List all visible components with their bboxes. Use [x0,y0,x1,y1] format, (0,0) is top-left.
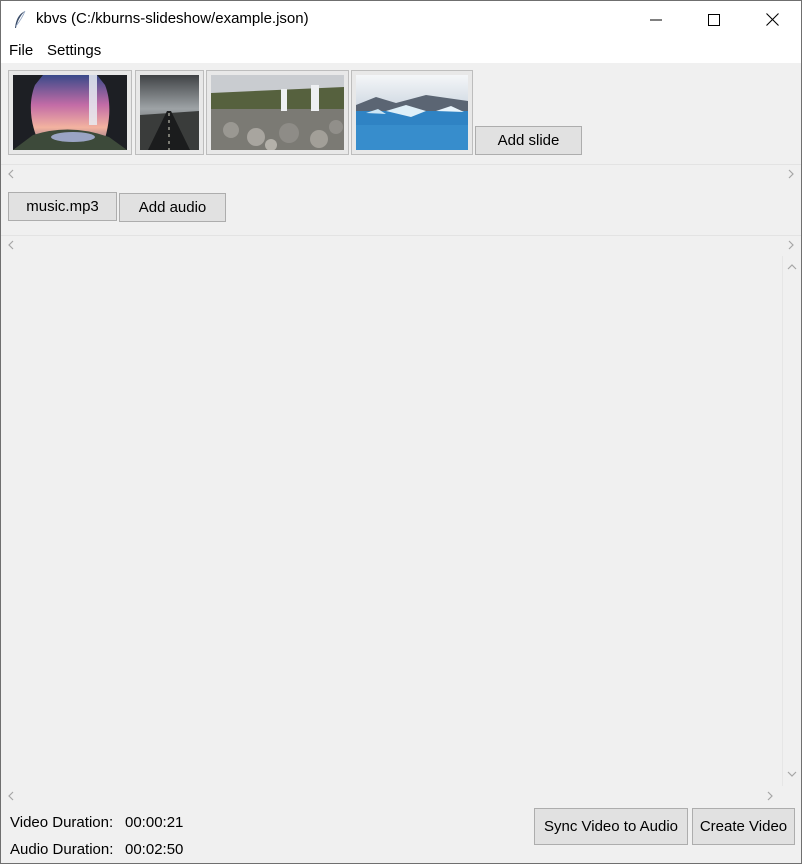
scroll-left-icon[interactable] [6,168,18,180]
window-title: kbvs (C:/kburns-slideshow/example.json) [36,10,309,27]
feather-icon [15,10,26,28]
minimize-icon [650,19,662,20]
maximize-button[interactable] [685,1,743,38]
road-fog-image [140,75,199,150]
create-video-button[interactable]: Create Video [692,808,795,845]
scroll-down-icon[interactable] [786,768,798,780]
add-audio-button[interactable]: Add audio [119,193,226,222]
menu-bar: File Settings [1,38,801,63]
waterfall-rocks-image [211,75,344,150]
maximize-icon [708,13,720,26]
slide-thumbnail[interactable] [351,70,473,155]
minimize-button[interactable] [627,1,685,38]
close-icon [765,13,779,26]
preview-canvas[interactable] [1,256,782,786]
audio-duration-value: 00:02:50 [125,841,184,858]
slide-thumbnail[interactable] [8,70,132,155]
audio-file-button[interactable]: music.mp3 [8,192,117,221]
canvas-vertical-scrollbar[interactable] [782,256,801,786]
slide-thumbnail[interactable] [206,70,349,155]
video-duration-value: 00:00:21 [125,814,184,831]
slides-scrollbar[interactable] [1,166,801,183]
title-bar[interactable]: kbvs (C:/kburns-slideshow/example.json) [1,1,801,38]
divider [1,235,801,236]
menu-settings[interactable]: Settings [47,42,101,59]
glacier-lagoon-image [356,75,468,150]
audio-scrollbar[interactable] [1,237,801,254]
slide-thumbnail[interactable] [135,70,204,155]
divider [1,164,801,165]
close-button[interactable] [743,1,801,38]
scroll-left-icon[interactable] [6,790,18,802]
scroll-right-icon[interactable] [785,239,797,251]
menu-file[interactable]: File [9,42,33,59]
video-duration-label: Video Duration: [10,814,114,831]
scroll-up-icon[interactable] [786,261,798,273]
sync-video-to-audio-button[interactable]: Sync Video to Audio [534,808,688,845]
scroll-left-icon[interactable] [6,239,18,251]
add-slide-button[interactable]: Add slide [475,126,582,155]
app-window: kbvs (C:/kburns-slideshow/example.json) … [0,0,802,864]
scroll-right-icon[interactable] [785,168,797,180]
scroll-right-icon[interactable] [764,790,776,802]
waterfall-sunset-image [13,75,127,150]
audio-duration-label: Audio Duration: [10,841,114,858]
canvas-horizontal-scrollbar[interactable] [1,788,801,805]
